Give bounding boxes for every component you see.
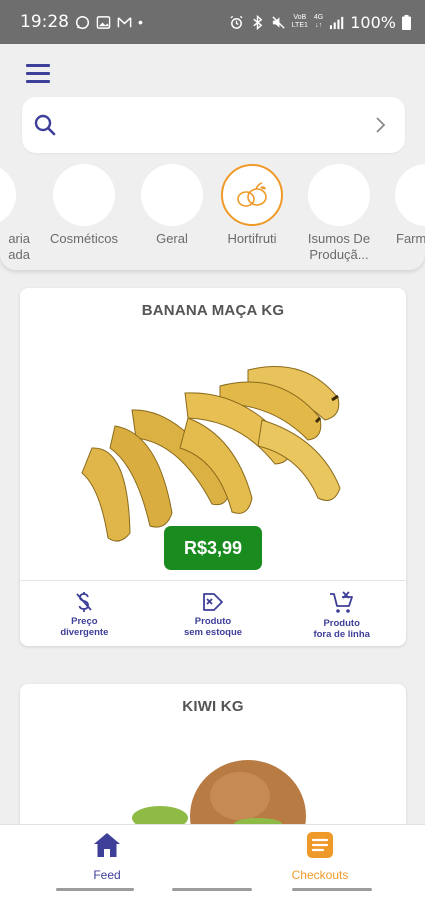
clipboard-list-icon xyxy=(307,832,333,858)
alarm-icon xyxy=(230,15,243,29)
category-item-geral[interactable]: Geral xyxy=(127,164,217,247)
gmail-icon xyxy=(117,16,132,27)
category-circle xyxy=(53,164,115,226)
battery-percent: 100% xyxy=(350,12,396,32)
action-label: Preço divergente xyxy=(60,616,109,638)
category-circle-active xyxy=(221,164,283,226)
report-discontinued-button[interactable]: Produto fora de linha xyxy=(277,581,406,646)
gesture-bar xyxy=(292,888,372,891)
bluetooth-icon xyxy=(252,14,263,30)
battery-icon xyxy=(402,14,411,30)
action-label: Produto sem estoque xyxy=(183,616,243,638)
report-out-of-stock-button[interactable]: Produto sem estoque xyxy=(149,581,278,646)
category-item-partial-left[interactable]: aria ada xyxy=(0,164,30,263)
category-item-insumos[interactable]: Isumos De Produçã... xyxy=(294,164,384,263)
header-panel: aria ada Cosméticos Geral Hortifruti Isu… xyxy=(0,44,425,270)
network-4g-label: 4G ↓↑ xyxy=(314,14,323,30)
signal-icon xyxy=(330,16,344,29)
gesture-bar xyxy=(56,888,134,891)
nav-checkouts-label: Checkouts xyxy=(291,868,349,882)
status-time: 19:28 xyxy=(20,12,69,32)
network-top-text: VoB xyxy=(293,14,307,21)
whatsapp-icon xyxy=(75,15,90,29)
network-bottom-text: LTE1 xyxy=(291,22,308,29)
network-4g-text: 4G xyxy=(313,14,324,21)
home-icon xyxy=(94,833,120,857)
search-input[interactable] xyxy=(72,109,362,141)
dollar-slash-icon xyxy=(76,592,93,612)
search-bar[interactable] xyxy=(22,97,405,153)
nav-feed[interactable]: Feed xyxy=(57,831,157,882)
menu-button[interactable] xyxy=(26,64,52,86)
nav-checkouts[interactable]: Checkouts xyxy=(270,831,370,882)
category-label: aria ada xyxy=(8,231,30,262)
product-card[interactable]: BANANA MAÇA KG R$3,99 Preço divergente P… xyxy=(20,288,406,646)
status-bar: 19:28 • VoB LTE1 4G ↓↑ 100% xyxy=(0,0,425,44)
gesture-bar xyxy=(172,888,252,891)
fruits-icon xyxy=(237,182,267,207)
product-name: BANANA MAÇA KG xyxy=(141,302,285,319)
category-label: Geral xyxy=(156,231,188,246)
tag-x-icon xyxy=(203,593,223,611)
search-icon[interactable] xyxy=(34,114,56,136)
network-4g-sub: ↓↑ xyxy=(315,22,323,29)
chevron-right-icon[interactable] xyxy=(375,115,387,135)
category-item-partial-right[interactable]: Farm xyxy=(380,164,425,247)
network-vo-label: VoB LTE1 xyxy=(292,14,308,30)
category-label: Cosméticos xyxy=(50,231,118,246)
product-actions: Preço divergente Produto sem estoque Pro… xyxy=(20,580,406,646)
category-label: Isumos De Produçã... xyxy=(307,231,371,262)
category-circle xyxy=(141,164,203,226)
product-name: KIWI KG xyxy=(182,698,244,715)
category-label: Farm xyxy=(396,231,425,246)
hamburger-icon xyxy=(26,64,50,67)
nav-feed-label: Feed xyxy=(93,868,121,882)
cart-x-icon xyxy=(329,591,353,613)
banana-image xyxy=(81,366,341,542)
category-item-cosmeticos[interactable]: Cosméticos xyxy=(39,164,129,247)
category-circle xyxy=(395,164,425,226)
dot-icon: • xyxy=(138,14,143,30)
category-circle xyxy=(308,164,370,226)
report-price-divergent-button[interactable]: Preço divergente xyxy=(20,581,149,646)
category-item-hortifruti[interactable]: Hortifruti xyxy=(207,164,297,247)
category-label: Hortifruti xyxy=(227,231,277,246)
image-icon xyxy=(96,15,111,29)
action-label: Produto fora de linha xyxy=(313,618,370,640)
category-carousel[interactable]: aria ada Cosméticos Geral Hortifruti Isu… xyxy=(0,164,425,264)
mute-icon xyxy=(272,15,285,29)
price-badge[interactable]: R$3,99 xyxy=(164,526,262,570)
product-card[interactable]: KIWI KG xyxy=(20,684,406,844)
category-circle xyxy=(0,164,16,226)
